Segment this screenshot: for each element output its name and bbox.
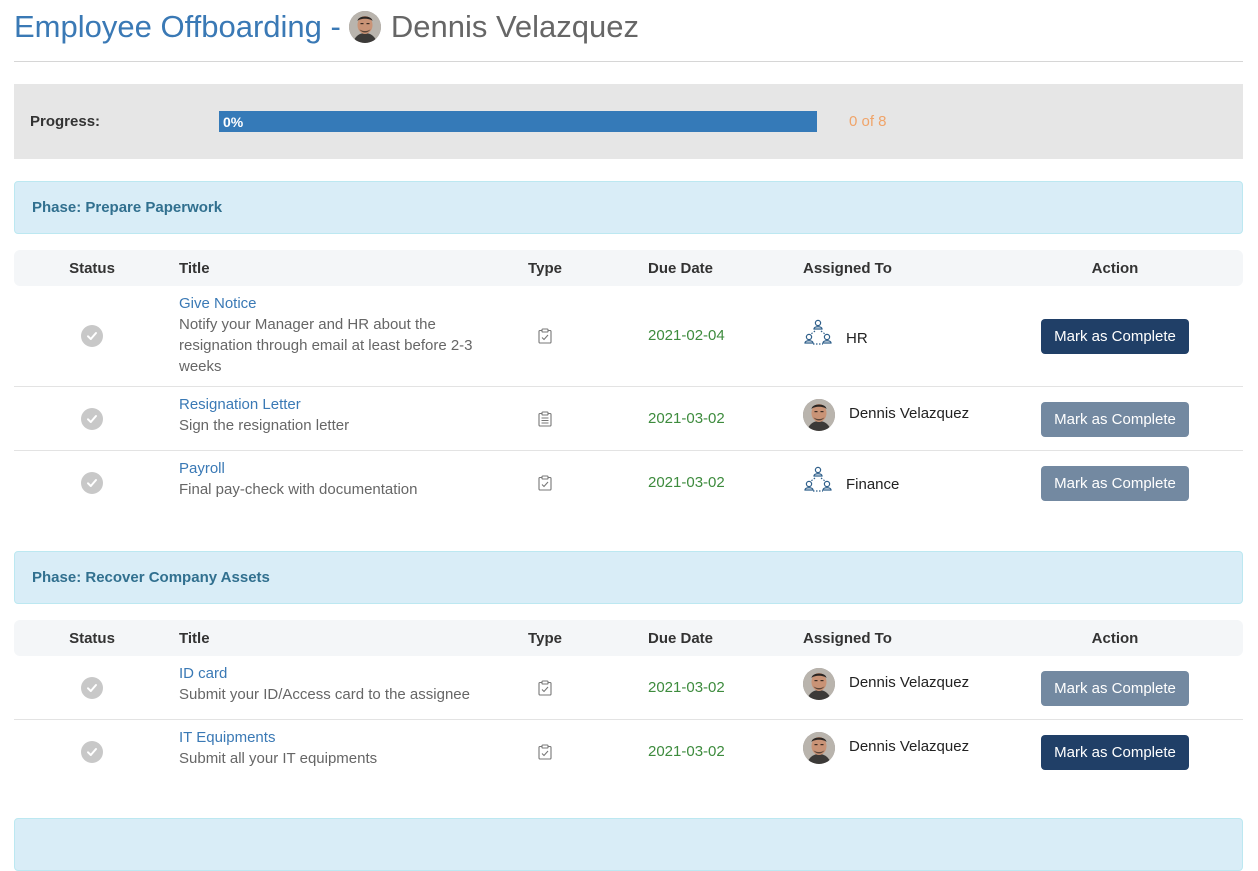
progress-bar-fill (219, 111, 817, 132)
clipboard-check-icon (538, 679, 552, 701)
assignee-name: HR (846, 329, 868, 347)
table-row: Payroll Final pay-check with documentatio… (14, 451, 1243, 514)
column-header-status: Status (69, 260, 115, 277)
table-row: Give Notice Notify your Manager and HR ab… (14, 286, 1243, 387)
task-table: Status Title Type Due Date Assigned To Action… (14, 250, 1243, 514)
column-header-action: Action (1091, 260, 1139, 277)
assignee-name: Dennis Velazquez (849, 737, 970, 755)
clipboard-check-icon (538, 474, 552, 496)
task-table: Status Title Type Due Date Assigned To Action… (14, 620, 1243, 783)
phase-section: Phase: Prepare Paperwork Status Title Type D… (14, 181, 1243, 514)
task-description: Sign the resignation letter (179, 417, 350, 434)
task-title-cell: ID card Submit your ID/Access card to the… (179, 663, 489, 705)
task-description: Notify your Manager and HR about the res… (179, 316, 473, 375)
table-header: Status Title Type Due Date Assigned To Action (14, 250, 1243, 286)
assignee: Finance (803, 466, 900, 499)
mark-complete-button[interactable]: Mark as Complete (1041, 401, 1189, 437)
status-check-icon[interactable] (81, 407, 103, 430)
group-icon (803, 465, 833, 499)
phase-header: Phase: Recover Company Assets (14, 551, 1243, 604)
column-header-title: Title (179, 260, 210, 277)
table-row: ID card Submit your ID/Access card to the… (14, 656, 1243, 720)
task-description: Submit all your IT equipments (179, 750, 378, 767)
phase-header (14, 818, 1243, 871)
progress-label: Progress: (30, 113, 101, 130)
mark-complete-button[interactable]: Mark as Complete (1041, 670, 1189, 706)
task-title-cell: Resignation Letter Sign the resignation l… (179, 394, 489, 436)
offboarding-page: Employee Offboarding - Dennis Velazquez … (14, 0, 1243, 871)
progress-bar: 0% (219, 111, 817, 132)
clipboard-check-icon (538, 328, 552, 349)
status-check-icon[interactable] (81, 676, 103, 699)
progress-percent: 0% (223, 114, 244, 130)
status-check-icon[interactable] (81, 740, 103, 763)
due-date: 2021-03-02 (648, 678, 725, 696)
progress-count: 0 of 8 (849, 113, 887, 130)
assignee-name: Dennis Velazquez (849, 673, 970, 691)
due-date: 2021-03-02 (648, 742, 725, 760)
task-title-link[interactable]: Resignation Letter (179, 394, 489, 415)
column-header-action: Action (1091, 630, 1139, 647)
progress-panel: Progress: 0% 0 of 8 (14, 84, 1243, 159)
column-header-status: Status (69, 630, 115, 647)
assignee-avatar (803, 399, 835, 431)
page-title-lead: Employee Offboarding - (14, 9, 341, 44)
task-title-cell: IT Equipments Submit all your IT equipmen… (179, 727, 489, 769)
due-date: 2021-02-04 (648, 327, 725, 344)
task-title-link[interactable]: Give Notice (179, 293, 489, 314)
task-description: Submit your ID/Access card to the assign… (179, 686, 470, 703)
column-header-due-date: Due Date (648, 260, 714, 277)
column-header-assigned-to: Assigned To (803, 260, 892, 277)
employee-name: Dennis Velazquez (390, 9, 640, 44)
column-header-type: Type (528, 630, 562, 647)
assignee-avatar (803, 668, 835, 700)
column-header-due-date: Due Date (648, 630, 714, 647)
assignee-name: Dennis Velazquez (849, 404, 970, 422)
page-title: Employee Offboarding - Dennis Velazquez (14, 0, 1243, 62)
clipboard-list-icon (538, 410, 552, 432)
task-title-cell: Payroll Final pay-check with documentatio… (179, 458, 489, 500)
assignee-name: Finance (846, 476, 900, 493)
phase-header: Phase: Prepare Paperwork (14, 181, 1243, 234)
group-icon (803, 318, 833, 352)
assignee: Dennis Velazquez (803, 399, 969, 431)
column-header-assigned-to: Assigned To (803, 630, 892, 647)
assignee: HR (803, 319, 868, 352)
assignee-avatar (803, 732, 835, 764)
mark-complete-button[interactable]: Mark as Complete (1041, 465, 1189, 501)
mark-complete-button[interactable]: Mark as Complete (1041, 319, 1189, 354)
table-row: IT Equipments Submit all your IT equipmen… (14, 720, 1243, 783)
table-row: Resignation Letter Sign the resignation l… (14, 387, 1243, 451)
column-header-type: Type (528, 260, 562, 277)
column-header-title: Title (179, 630, 210, 647)
table-header: Status Title Type Due Date Assigned To Action (14, 620, 1243, 656)
due-date: 2021-03-02 (648, 473, 725, 491)
assignee: Dennis Velazquez (803, 732, 969, 764)
assignee: Dennis Velazquez (803, 668, 969, 700)
status-check-icon[interactable] (81, 325, 103, 347)
task-description: Final pay-check with documentation (179, 481, 418, 498)
mark-complete-button[interactable]: Mark as Complete (1041, 734, 1189, 770)
task-title-cell: Give Notice Notify your Manager and HR ab… (179, 293, 489, 377)
task-title-link[interactable]: IT Equipments (179, 727, 489, 748)
clipboard-check-icon (538, 743, 552, 765)
task-title-link[interactable]: ID card (179, 663, 489, 684)
phase-section: Phase: Recover Company Assets Status Title… (14, 551, 1243, 783)
status-check-icon[interactable] (81, 471, 103, 494)
employee-avatar (349, 11, 381, 43)
task-title-link[interactable]: Payroll (179, 458, 489, 479)
due-date: 2021-03-02 (648, 409, 725, 427)
